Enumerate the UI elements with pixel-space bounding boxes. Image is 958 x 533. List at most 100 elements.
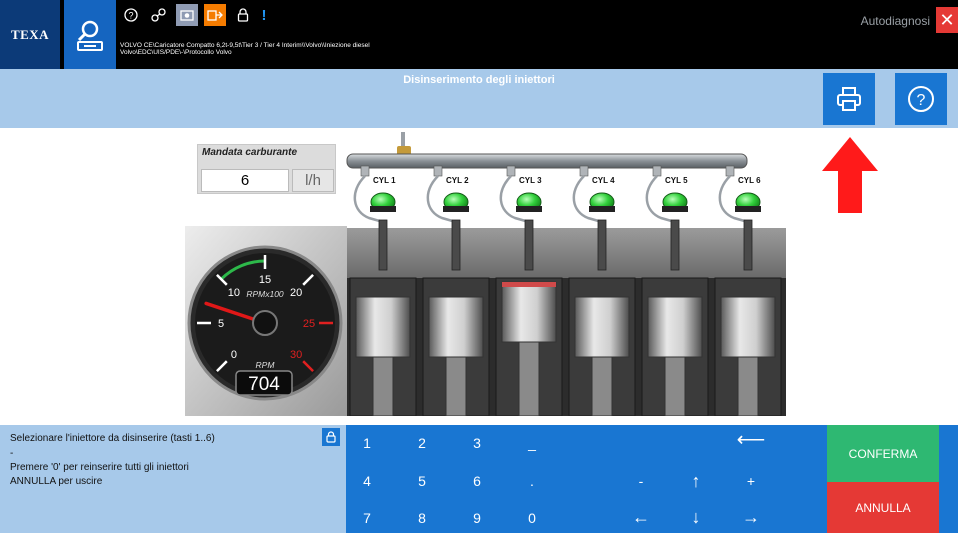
- light-base: [662, 206, 688, 212]
- keypad-side-strip: [939, 425, 958, 533]
- gauge-tick-label: 5: [218, 318, 224, 330]
- export-icon[interactable]: [204, 4, 226, 26]
- key-plus[interactable]: +: [736, 473, 766, 489]
- rpm-gauge: 0 5 10 15 20 25 30 RPMx100 RPM 704: [187, 245, 343, 401]
- key-down[interactable]: ↓: [681, 507, 711, 528]
- key-backspace[interactable]: ⟵: [736, 427, 766, 452]
- injector-body: [743, 219, 753, 271]
- key-2[interactable]: 2: [407, 435, 437, 451]
- confirm-button[interactable]: CONFERMA: [827, 425, 939, 482]
- rail-fitting: [579, 165, 589, 177]
- cylinder-label: CYL 3: [519, 176, 542, 185]
- cylinder-label: CYL 6: [738, 176, 761, 185]
- page-title: Disinserimento degli iniettori: [403, 74, 555, 86]
- cylinder-6[interactable]: CYL 6: [714, 165, 782, 416]
- svg-text:?: ?: [128, 11, 133, 21]
- gauge-tick-label: 0: [231, 349, 237, 361]
- close-button[interactable]: ✕: [936, 7, 958, 33]
- engine-graphic: CYL 1 CYL 2 CYL 3 CYL 4 CYL 5 CYL 6 0 5 10 15 20 2…: [185, 132, 786, 416]
- cylinder-label: CYL 5: [665, 176, 688, 185]
- cylinder-4[interactable]: CYL 4: [568, 165, 636, 416]
- lock-icon[interactable]: [232, 4, 254, 26]
- instruction-line4: ANNULLA per uscire: [10, 476, 103, 487]
- key-8[interactable]: 8: [407, 510, 437, 526]
- light-base: [735, 206, 761, 212]
- key-left[interactable]: ←: [626, 507, 656, 528]
- logo-text: TEXA: [10, 26, 50, 42]
- injector-body: [378, 219, 388, 271]
- connecting-rod: [737, 356, 759, 416]
- key-6[interactable]: 6: [462, 473, 492, 489]
- gauge-scale-label: RPMx100: [246, 289, 284, 299]
- piston: [355, 296, 411, 358]
- injector-body: [597, 219, 607, 271]
- diagnosis-button[interactable]: [64, 0, 116, 69]
- diagnosis-user-icon: [77, 20, 103, 51]
- camera-icon[interactable]: [176, 4, 198, 26]
- print-button[interactable]: [823, 73, 875, 125]
- connecting-rod: [372, 356, 394, 416]
- keypad-lock-button[interactable]: [322, 428, 340, 446]
- connection-icon[interactable]: [148, 4, 170, 26]
- instruction-line1: Selezionare l'iniettore da disinserire (…: [10, 433, 215, 444]
- combustion-highlight: [502, 282, 556, 287]
- red-arrow-icon: [822, 137, 878, 213]
- light-base: [516, 206, 542, 212]
- gauge-tick-label: 25: [303, 318, 315, 330]
- piston: [574, 296, 630, 358]
- page-header: Disinserimento degli iniettori: [0, 69, 958, 128]
- gauge-tick-label: 10: [228, 287, 240, 299]
- instruction-line2: -: [10, 448, 14, 459]
- connecting-rod: [518, 341, 540, 416]
- piston: [720, 296, 776, 358]
- alert-icon[interactable]: !: [260, 4, 268, 26]
- light-base: [589, 206, 615, 212]
- key-9[interactable]: 9: [462, 510, 492, 526]
- vehicle-path-line2: Volvo\EDC\UIS/PDE\-\Protocollo Volvo: [120, 49, 232, 56]
- gauge-rpm-label: RPM: [256, 360, 276, 370]
- light-base: [443, 206, 469, 212]
- connecting-rod: [591, 356, 613, 416]
- rpm-readout: 704: [248, 374, 280, 395]
- rail-fitting: [506, 165, 516, 177]
- key-5[interactable]: 5: [407, 473, 437, 489]
- piston: [647, 296, 703, 358]
- injector-body: [451, 219, 461, 271]
- vehicle-path: VOLVO CE\Caricatore Compatto 6,2t-9,5t\T…: [120, 42, 540, 56]
- gauge-tick-label: 30: [290, 349, 302, 361]
- cancel-button[interactable]: ANNULLA: [827, 482, 939, 533]
- top-bar: TEXA ? ! VOLVO CE\Caricatore Compatto 6,…: [0, 0, 958, 69]
- toolbar: ? !: [120, 4, 268, 26]
- numeric-keypad: 1 2 3 _ ⟵ 4 5 6 . - ↑ + 7 8 9 0 ← ↓ →: [346, 425, 827, 533]
- key-3[interactable]: 3: [462, 435, 492, 451]
- key-4[interactable]: 4: [352, 473, 382, 489]
- key-dot[interactable]: .: [517, 473, 547, 489]
- key-right[interactable]: →: [736, 507, 766, 528]
- cylinder-label: CYL 1: [373, 176, 396, 185]
- printer-icon: [837, 87, 861, 111]
- piston: [428, 296, 484, 358]
- help-circle-icon: ?: [908, 86, 934, 112]
- key-7[interactable]: 7: [352, 510, 382, 526]
- svg-text:?: ?: [917, 92, 926, 109]
- help-button[interactable]: ?: [895, 73, 947, 125]
- help-icon[interactable]: ?: [120, 4, 142, 26]
- rail-fitting: [433, 165, 443, 177]
- lock-icon: [326, 431, 336, 443]
- key-0[interactable]: 0: [517, 510, 547, 526]
- instruction-line3: Premere '0' per reinserire tutti gli ini…: [10, 462, 189, 473]
- key-up[interactable]: ↑: [681, 471, 711, 492]
- key-minus[interactable]: -: [626, 473, 656, 489]
- cylinder-2[interactable]: CYL 2: [422, 165, 490, 416]
- gauge-tick-label: 15: [259, 274, 271, 286]
- cylinder-3[interactable]: CYL 3: [495, 165, 563, 416]
- injector-body: [524, 219, 534, 271]
- connecting-rod: [664, 356, 686, 416]
- cylinder-label: CYL 4: [592, 176, 615, 185]
- rail-fitting: [360, 165, 370, 177]
- key-1[interactable]: 1: [352, 435, 382, 451]
- cylinder-1[interactable]: CYL 1: [349, 165, 417, 416]
- piston: [501, 281, 557, 343]
- key-underscore[interactable]: _: [517, 435, 547, 451]
- cylinder-5[interactable]: CYL 5: [641, 165, 709, 416]
